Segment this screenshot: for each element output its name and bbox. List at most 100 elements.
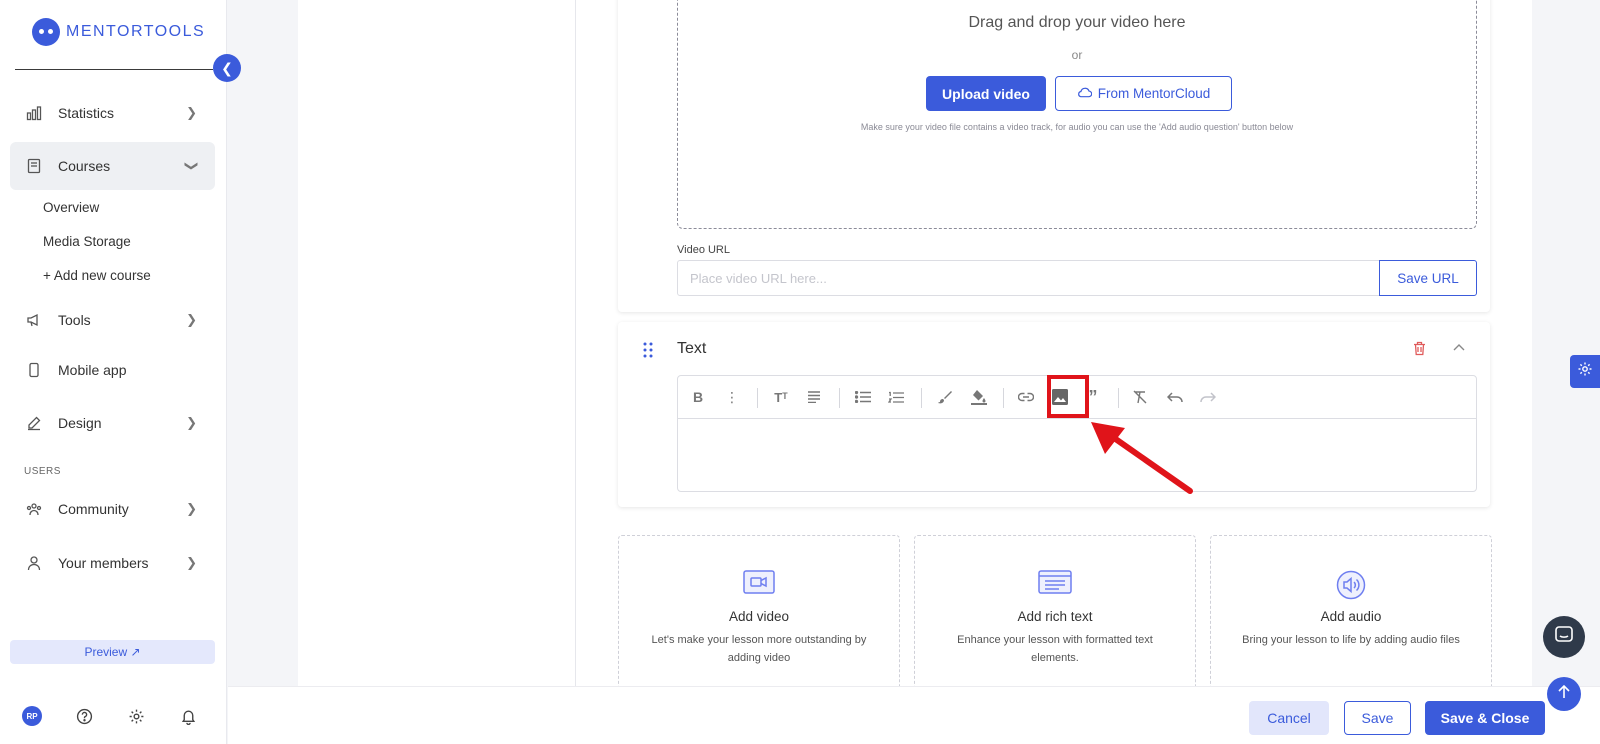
chevron-right-icon: ❯ (186, 105, 197, 120)
settings-side-tab[interactable] (1570, 355, 1600, 388)
sidebar-divider (15, 69, 213, 70)
sidebar-item-label: Mobile app (58, 362, 127, 378)
add-card-title: Add audio (1320, 609, 1382, 624)
section-label-users: USERS (24, 466, 61, 477)
chat-support-button[interactable] (1543, 616, 1585, 658)
sidebar-item-label: Courses (58, 158, 111, 174)
bullet-list-icon[interactable] (851, 386, 875, 408)
sidebar-item-mobile-app[interactable]: Mobile app (10, 346, 215, 394)
sidebar-item-community[interactable]: Community ❯ (10, 485, 215, 533)
add-card-title: Add rich text (1017, 609, 1093, 624)
sidebar-item-label: Tools (58, 312, 91, 328)
sidebar-subitem-media-storage[interactable]: Media Storage (43, 234, 131, 249)
user-icon (24, 553, 44, 573)
chevron-right-icon: ❯ (186, 415, 197, 430)
brand-name: MENTORTOOLS (66, 23, 206, 40)
sidebar-item-courses[interactable]: Courses ❯ (10, 142, 215, 190)
bar-chart-icon (24, 103, 44, 123)
sidebar-item-statistics[interactable]: Statistics ❯ (10, 89, 215, 137)
from-mentorcloud-label: From MentorCloud (1097, 86, 1211, 101)
bold-icon[interactable]: B (686, 386, 710, 408)
text-block: Text B ⋮ Tᵀ ” (618, 322, 1490, 507)
undo-icon[interactable] (1163, 386, 1187, 408)
preview-button[interactable]: Preview ↗ (10, 640, 215, 664)
rich-text-icon (915, 570, 1195, 594)
add-video-card[interactable]: Add video Let's make your lesson more ou… (618, 535, 900, 690)
chevron-right-icon: ❯ (186, 312, 197, 327)
chevron-down-icon: ❯ (184, 160, 200, 172)
add-audio-card[interactable]: Add audio Bring your lesson to life by a… (1210, 535, 1492, 690)
add-rich-text-card[interactable]: Add rich text Enhance your lesson with f… (914, 535, 1196, 690)
dropzone-title: Drag and drop your video here (968, 14, 1186, 31)
sidebar-subitem-add-course[interactable]: + Add new course (43, 268, 151, 283)
chevron-right-icon: ❯ (186, 501, 197, 516)
sidebar-bottom-bar: RP (22, 706, 198, 726)
chevron-left-icon: ❮ (221, 59, 233, 76)
align-left-icon[interactable] (802, 386, 826, 408)
video-block: Drag and drop your video here or Upload … (618, 0, 1490, 312)
arrow-up-icon (1557, 684, 1571, 704)
save-button[interactable]: Save (1344, 701, 1411, 735)
video-icon (619, 570, 899, 594)
sidebar-item-label: Your members (58, 555, 149, 571)
more-vertical-icon[interactable]: ⋮ (720, 386, 744, 408)
gear-icon[interactable] (126, 706, 146, 726)
pencil-edit-icon (24, 413, 44, 433)
text-block-title: Text (677, 340, 707, 357)
from-mentorcloud-button[interactable]: From MentorCloud (1055, 76, 1232, 111)
toolbar-divider (757, 388, 758, 408)
drag-handle-icon[interactable] (643, 342, 655, 360)
fill-color-icon[interactable] (967, 386, 991, 408)
chevron-up-icon[interactable] (1453, 339, 1465, 354)
save-and-close-button[interactable]: Save & Close (1425, 701, 1545, 735)
add-card-description: Let's make your lesson more outstanding … (651, 634, 867, 664)
font-size-icon[interactable]: Tᵀ (769, 386, 793, 408)
image-button-highlight (1047, 375, 1089, 418)
redo-icon[interactable] (1196, 386, 1220, 408)
gear-icon (1577, 361, 1593, 382)
red-arrow-annotation (1091, 422, 1193, 494)
toolbar-divider (1118, 388, 1119, 408)
sidebar: MENTORTOOLS Statistics ❯ Courses ❯ Overv… (0, 0, 227, 744)
toolbar-divider (839, 388, 840, 408)
sidebar-item-design[interactable]: Design ❯ (10, 399, 215, 447)
chat-icon (1554, 625, 1574, 650)
video-dropzone[interactable]: Drag and drop your video here or Upload … (677, 0, 1477, 229)
video-url-input[interactable] (677, 260, 1380, 296)
column-divider (575, 0, 576, 686)
add-card-description: Bring your lesson to life by adding audi… (1242, 634, 1460, 646)
bell-icon[interactable] (178, 706, 198, 726)
brand-logo[interactable]: MENTORTOOLS (32, 18, 205, 46)
sidebar-item-label: Statistics (58, 105, 115, 121)
audio-icon (1211, 570, 1491, 600)
sidebar-collapse-button[interactable]: ❮ (213, 54, 241, 82)
upload-video-button[interactable]: Upload video (926, 76, 1046, 111)
numbered-list-icon[interactable] (884, 386, 908, 408)
toolbar-divider (1003, 388, 1004, 408)
scroll-to-top-button[interactable] (1547, 677, 1581, 711)
sidebar-item-your-members[interactable]: Your members ❯ (10, 539, 215, 587)
robot-logo-icon (32, 18, 60, 46)
cancel-button[interactable]: Cancel (1249, 701, 1329, 735)
clear-format-icon[interactable] (1128, 386, 1152, 408)
sidebar-item-label: Design (58, 415, 102, 431)
avatar[interactable]: RP (22, 706, 42, 726)
sidebar-item-label: Community (58, 501, 129, 517)
save-url-button[interactable]: Save URL (1379, 260, 1477, 296)
dropzone-hint: Make sure your video file contains a vid… (860, 122, 1294, 132)
toolbar-divider (921, 388, 922, 408)
add-card-description: Enhance your lesson with formatted text … (957, 634, 1153, 664)
chevron-right-icon: ❯ (186, 555, 197, 570)
dropzone-or: or (1071, 48, 1083, 62)
book-icon (24, 156, 44, 176)
mobile-phone-icon (24, 360, 44, 380)
add-card-title: Add video (728, 609, 790, 624)
link-icon[interactable] (1014, 386, 1038, 408)
trash-icon[interactable] (1413, 341, 1426, 361)
help-icon[interactable] (74, 706, 94, 726)
brush-icon[interactable] (933, 386, 957, 408)
sidebar-subitem-overview[interactable]: Overview (43, 200, 99, 215)
editor-toolbar: B ⋮ Tᵀ ” (678, 375, 1476, 419)
sidebar-item-tools[interactable]: Tools ❯ (10, 296, 215, 344)
editor-footer: Cancel Save Save & Close (228, 686, 1600, 744)
